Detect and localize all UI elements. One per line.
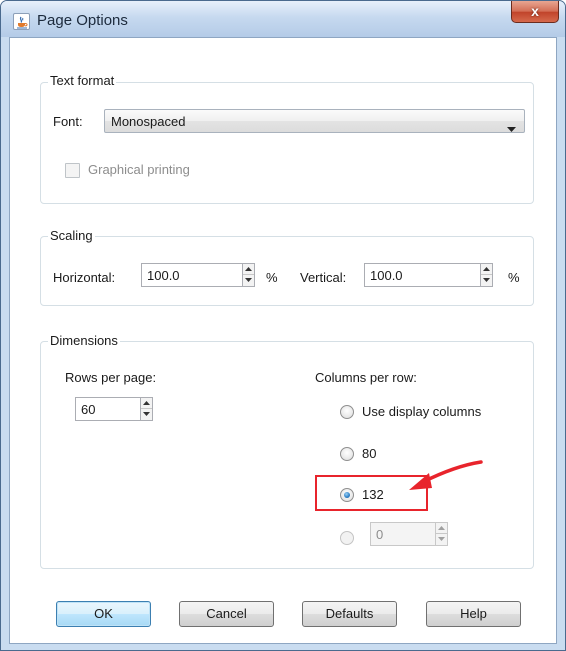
arrow-down-icon <box>483 278 490 282</box>
vertical-spin-buttons <box>481 263 493 287</box>
page-options-dialog: Page Options x Text format Font: Monospa… <box>0 0 566 651</box>
rows-value: 60 <box>81 402 96 417</box>
text-format-group-title: Text format <box>48 73 117 88</box>
text-format-group <box>40 82 534 204</box>
java-cup-icon <box>13 13 30 30</box>
use-display-columns-label: Use display columns <box>362 404 482 419</box>
custom-columns-decrement-button[interactable] <box>436 534 447 545</box>
title-bar[interactable]: Page Options x <box>1 1 565 37</box>
defaults-button[interactable]: Defaults <box>302 601 397 627</box>
horizontal-increment-button[interactable] <box>243 264 254 275</box>
arrow-down-icon <box>245 278 252 282</box>
dialog-content: Text format Font: Monospaced Graphical p… <box>9 37 557 644</box>
close-button[interactable]: x <box>511 1 559 23</box>
rows-per-page-label: Rows per page: <box>65 370 157 385</box>
columns-132-label: 132 <box>362 487 384 502</box>
horizontal-decrement-button[interactable] <box>243 275 254 286</box>
horizontal-unit: % <box>266 270 278 285</box>
font-combobox-value: Monospaced <box>111 114 186 129</box>
help-button[interactable]: Help <box>426 601 521 627</box>
use-display-columns-radio[interactable] <box>340 405 354 419</box>
window-title: Page Options <box>37 12 128 29</box>
arrow-up-icon <box>143 401 150 405</box>
horizontal-spin-buttons <box>243 263 255 287</box>
horizontal-input[interactable]: 100.0 <box>141 263 243 287</box>
arrow-up-icon <box>438 526 445 530</box>
columns-80-radio[interactable] <box>340 447 354 461</box>
custom-columns-spinner: 0 <box>370 522 452 546</box>
annotation-arrow-icon <box>409 460 483 490</box>
ok-button[interactable]: OK <box>56 601 151 627</box>
scaling-group-title: Scaling <box>48 228 95 243</box>
rows-spinner: 60 <box>75 397 157 421</box>
custom-columns-radio[interactable] <box>340 531 354 545</box>
arrow-down-icon <box>438 537 445 541</box>
graphical-printing-label: Graphical printing <box>88 162 190 177</box>
custom-columns-spin-buttons <box>436 522 448 546</box>
columns-80-label: 80 <box>362 446 377 461</box>
rows-spin-buttons <box>141 397 153 421</box>
cancel-button[interactable]: Cancel <box>179 601 274 627</box>
dimensions-group-title: Dimensions <box>48 333 120 348</box>
font-label: Font: <box>53 114 83 129</box>
vertical-input[interactable]: 100.0 <box>364 263 481 287</box>
columns-132-radio[interactable] <box>340 488 354 502</box>
arrow-down-icon <box>143 412 150 416</box>
custom-columns-value: 0 <box>376 527 384 542</box>
vertical-unit: % <box>508 270 520 285</box>
rows-increment-button[interactable] <box>141 398 152 409</box>
rows-decrement-button[interactable] <box>141 409 152 420</box>
horizontal-label: Horizontal: <box>53 270 116 285</box>
arrow-up-icon <box>245 267 252 271</box>
graphical-printing-checkbox[interactable] <box>65 163 80 178</box>
close-icon: x <box>531 3 539 19</box>
custom-columns-increment-button[interactable] <box>436 523 447 534</box>
columns-per-row-label: Columns per row: <box>315 370 417 385</box>
horizontal-spinner: 100.0 <box>141 263 261 287</box>
custom-columns-input[interactable]: 0 <box>370 522 436 546</box>
vertical-value: 100.0 <box>370 268 403 283</box>
vertical-decrement-button[interactable] <box>481 275 492 286</box>
vertical-increment-button[interactable] <box>481 264 492 275</box>
vertical-spinner: 100.0 <box>364 263 494 287</box>
arrow-up-icon <box>483 267 490 271</box>
horizontal-value: 100.0 <box>147 268 180 283</box>
rows-input[interactable]: 60 <box>75 397 141 421</box>
chevron-down-icon[interactable] <box>507 120 516 135</box>
font-combobox[interactable]: Monospaced <box>104 109 525 133</box>
vertical-label: Vertical: <box>300 270 347 285</box>
